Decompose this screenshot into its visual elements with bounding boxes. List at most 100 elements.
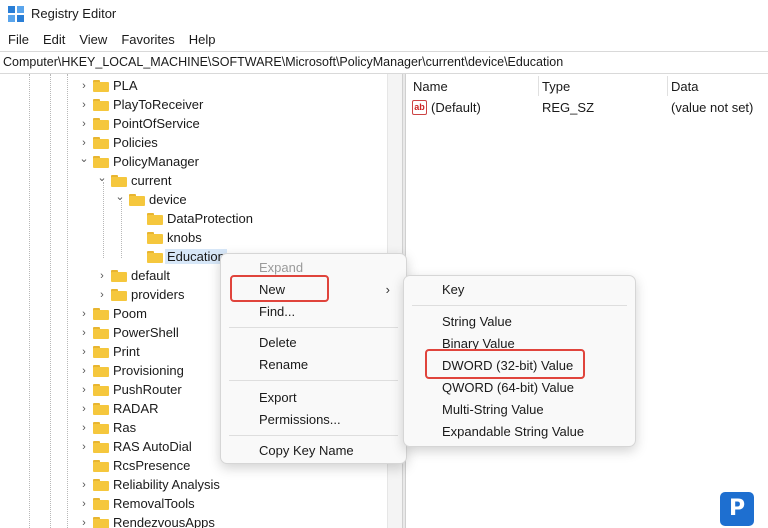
folder-icon: [147, 250, 163, 263]
tree-node[interactable]: › RendezvousApps: [78, 513, 215, 528]
chevron-down-icon[interactable]: ⌄: [78, 152, 90, 165]
menu-divider: [412, 305, 627, 306]
tree-node[interactable]: › PowerShell: [78, 323, 179, 342]
chevron-right-icon[interactable]: ›: [78, 80, 90, 92]
tree-node[interactable]: › default: [96, 266, 170, 285]
tree-node[interactable]: › PlayToReceiver: [78, 95, 203, 114]
tree-node[interactable]: › Policies: [78, 133, 158, 152]
folder-icon: [93, 402, 109, 415]
chevron-right-icon[interactable]: ›: [96, 270, 108, 282]
tree-node[interactable]: ⌄ PolicyManager: [78, 152, 199, 171]
tree-node-label: RAS AutoDial: [113, 439, 192, 454]
tree-node[interactable]: › Ras: [78, 418, 136, 437]
menu-edit[interactable]: Edit: [36, 29, 72, 51]
chevron-right-icon[interactable]: ›: [96, 289, 108, 301]
tree-node[interactable]: › Print: [78, 342, 140, 361]
chevron-right-icon[interactable]: ›: [78, 517, 90, 528]
tree-node-label: providers: [131, 287, 185, 302]
value-data: (value not set): [671, 100, 754, 115]
chevron-right-icon[interactable]: ›: [78, 479, 90, 491]
folder-icon: [147, 231, 163, 244]
chevron-right-icon: ›: [385, 282, 390, 297]
registry-icon: [8, 6, 24, 22]
chevron-right-icon[interactable]: ›: [78, 99, 90, 111]
value-name[interactable]: (Default): [431, 100, 481, 115]
tree-node-label: PushRouter: [113, 382, 182, 397]
chevron-right-icon[interactable]: ›: [78, 346, 90, 358]
chevron-right-icon[interactable]: ›: [78, 403, 90, 415]
tree-node[interactable]: › RemovalTools: [78, 494, 195, 513]
chevron-down-icon[interactable]: ⌄: [96, 171, 108, 184]
column-name-header[interactable]: Name: [413, 79, 448, 94]
tree-node-label: RADAR: [113, 401, 159, 416]
string-value-icon: ab: [412, 100, 427, 115]
menu-favorites[interactable]: Favorites: [114, 29, 181, 51]
menu-find[interactable]: Find...: [221, 301, 406, 323]
folder-icon: [93, 516, 109, 528]
folder-icon: [93, 98, 109, 111]
tree-node[interactable]: ⌄ current: [96, 171, 171, 190]
tree-node-label: Poom: [113, 306, 147, 321]
tree-node-label: Ras: [113, 420, 137, 435]
chevron-right-icon[interactable]: ›: [78, 498, 90, 510]
folder-icon: [93, 383, 109, 396]
submenu-expandable-string-value[interactable]: Expandable String Value: [404, 421, 635, 443]
chevron-right-icon[interactable]: ›: [78, 365, 90, 377]
new-highlight-box: [230, 275, 329, 302]
menu-rename[interactable]: Rename: [221, 354, 406, 376]
menu-divider: [229, 380, 398, 381]
tree-node-label: current: [131, 173, 172, 188]
menu-export[interactable]: Export: [221, 387, 406, 409]
submenu-key[interactable]: Key: [404, 279, 635, 301]
submenu-multi-string-value[interactable]: Multi-String Value: [404, 399, 635, 421]
folder-icon: [93, 345, 109, 358]
column-data-header[interactable]: Data: [671, 79, 698, 94]
tree-node-label: PolicyManager: [113, 154, 199, 169]
tree-node[interactable]: › PushRouter: [78, 380, 182, 399]
menu-divider: [229, 435, 398, 436]
tree-node[interactable]: Education: [132, 247, 227, 266]
tree-node[interactable]: › Poom: [78, 304, 147, 323]
submenu-string-value[interactable]: String Value: [404, 311, 635, 333]
window-title: Registry Editor: [31, 6, 117, 21]
chevron-right-icon[interactable]: ›: [78, 384, 90, 396]
tree-node[interactable]: › PLA: [78, 76, 137, 95]
tree-node[interactable]: RcsPresence: [78, 456, 190, 475]
menu-view[interactable]: View: [72, 29, 114, 51]
folder-icon: [93, 155, 109, 168]
tree-node[interactable]: DataProtection: [132, 209, 253, 228]
menu-delete[interactable]: Delete: [221, 332, 406, 354]
column-type-header[interactable]: Type: [542, 79, 570, 94]
tree-node[interactable]: › Provisioning: [78, 361, 184, 380]
submenu-qword-value[interactable]: QWORD (64-bit) Value: [404, 377, 635, 399]
folder-icon: [93, 307, 109, 320]
tree-node[interactable]: › RADAR: [78, 399, 159, 418]
chevron-down-icon[interactable]: ⌄: [114, 190, 126, 203]
tree-node-label: RemovalTools: [113, 496, 195, 511]
chevron-right-icon[interactable]: ›: [78, 327, 90, 339]
tree-node[interactable]: › PointOfService: [78, 114, 200, 133]
tree-node[interactable]: › providers: [96, 285, 184, 304]
chevron-right-icon[interactable]: ›: [78, 441, 90, 453]
folder-icon: [111, 288, 127, 301]
menu-help[interactable]: Help: [182, 29, 223, 51]
menu-copy-key-name[interactable]: Copy Key Name: [221, 440, 406, 462]
tree-node[interactable]: › RAS AutoDial: [78, 437, 192, 456]
menu-permissions[interactable]: Permissions...: [221, 409, 406, 431]
tree-node[interactable]: knobs: [132, 228, 202, 247]
tree-node[interactable]: ⌄ device: [114, 190, 186, 209]
column-separator[interactable]: [667, 76, 668, 96]
folder-icon: [93, 497, 109, 510]
address-bar[interactable]: Computer\HKEY_LOCAL_MACHINE\SOFTWARE\Mic…: [0, 51, 768, 74]
folder-icon: [111, 174, 127, 187]
tree-node[interactable]: › Reliability Analysis: [78, 475, 220, 494]
column-separator[interactable]: [538, 76, 539, 96]
menu-file[interactable]: File: [0, 29, 36, 51]
tree-node-label: RcsPresence: [113, 458, 191, 473]
tree-node-label: default: [131, 268, 171, 283]
chevron-right-icon[interactable]: ›: [78, 308, 90, 320]
folder-icon: [93, 459, 109, 472]
chevron-right-icon[interactable]: ›: [78, 118, 90, 130]
chevron-right-icon[interactable]: ›: [78, 137, 90, 149]
chevron-right-icon[interactable]: ›: [78, 422, 90, 434]
